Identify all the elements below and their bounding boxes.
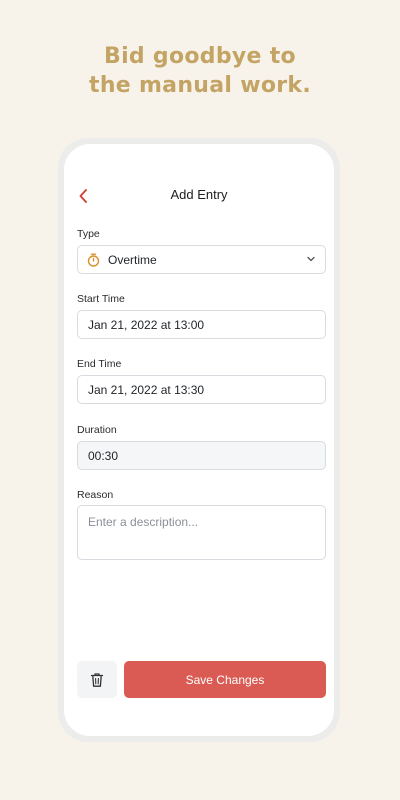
phone-frame: Add Entry Type Overtime Start Time Jan 2… bbox=[58, 138, 340, 742]
headline-line-2: the manual work. bbox=[89, 73, 311, 98]
duration-field: 00:30 bbox=[77, 441, 326, 470]
duration-label: Duration bbox=[77, 424, 117, 436]
trash-icon bbox=[90, 672, 104, 687]
top-bar: Add Entry bbox=[64, 184, 334, 208]
delete-button[interactable] bbox=[77, 661, 117, 698]
phone-screen: Add Entry Type Overtime Start Time Jan 2… bbox=[64, 144, 334, 736]
reason-textarea[interactable]: Enter a description... bbox=[77, 505, 326, 560]
start-time-label: Start Time bbox=[77, 293, 125, 305]
action-bar: Save Changes bbox=[77, 661, 326, 698]
type-value: Overtime bbox=[108, 252, 157, 267]
end-time-label: End Time bbox=[77, 358, 122, 370]
page-title: Add Entry bbox=[170, 187, 228, 202]
start-time-field[interactable]: Jan 21, 2022 at 13:00 bbox=[77, 310, 326, 339]
headline-line-1: Bid goodbye to bbox=[104, 44, 296, 69]
type-label: Type bbox=[77, 228, 100, 240]
chevron-down-icon bbox=[306, 254, 316, 264]
end-time-field[interactable]: Jan 21, 2022 at 13:30 bbox=[77, 375, 326, 404]
reason-label: Reason bbox=[77, 489, 114, 501]
stopwatch-icon bbox=[87, 253, 100, 267]
headline: Bid goodbye to the manual work. bbox=[0, 42, 400, 100]
type-select[interactable]: Overtime bbox=[77, 245, 326, 274]
save-changes-button[interactable]: Save Changes bbox=[124, 661, 326, 698]
